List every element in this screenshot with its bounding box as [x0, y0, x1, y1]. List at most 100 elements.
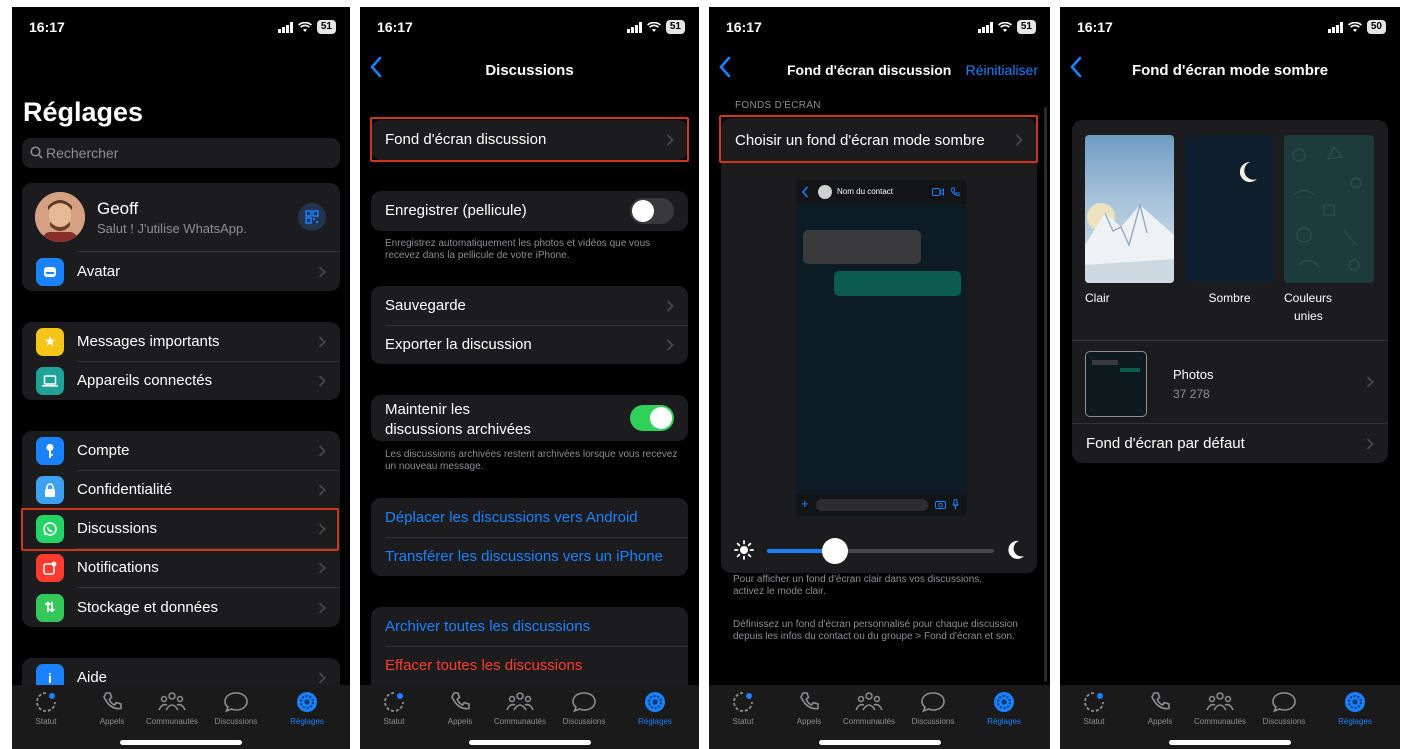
status-icons: 51	[277, 20, 336, 34]
chevron-right-icon	[1366, 437, 1374, 450]
transfer-iphone-link[interactable]: Transférer les discussions vers un iPhon…	[371, 537, 688, 576]
starred-label: Messages importants	[77, 333, 220, 350]
tab-phone[interactable]: Appels	[1130, 691, 1190, 726]
keep-archived-note: Les discussions archivées restent archiv…	[385, 449, 678, 472]
tab-status[interactable]: Statut	[713, 691, 773, 726]
photos-row[interactable]: Photos 37 278	[1072, 341, 1388, 423]
highlight-choose-dark-row	[719, 115, 1038, 163]
settings-row-notifications[interactable]: Notifications	[22, 548, 340, 587]
incoming-bubble	[803, 230, 921, 264]
tile-light-label: Clair	[1085, 291, 1110, 305]
move-android-link[interactable]: Déplacer les discussions vers Android	[371, 498, 688, 537]
profile-row[interactable]: Geoff Salut ! J'utilise WhatsApp.	[22, 183, 340, 251]
preview-header: Nom du contact	[796, 180, 967, 204]
storage-label: Stockage et données	[77, 599, 218, 616]
tab-communities[interactable]: Communautés	[1190, 691, 1250, 726]
settings-gear-icon	[1325, 691, 1385, 713]
settings-row-avatar[interactable]: Avatar	[22, 252, 340, 291]
archive-all-link[interactable]: Archiver toutes les discussions	[371, 607, 688, 646]
tab-chat-bubble[interactable]: Discussions	[1254, 691, 1314, 726]
tab-settings-gear[interactable]: Réglages	[625, 691, 685, 726]
settings-row-privacy[interactable]: Confidentialité	[22, 470, 340, 509]
wallpaper-tile-dark[interactable]	[1185, 135, 1274, 283]
wifi-icon	[297, 21, 312, 32]
moon-icon	[1240, 161, 1257, 182]
photos-label: Photos	[1173, 367, 1214, 382]
wallpaper-tile-light[interactable]	[1085, 135, 1174, 283]
tab-phone[interactable]: Appels	[82, 691, 142, 726]
chat-bubble-icon	[1254, 691, 1314, 713]
backup-row[interactable]: Sauvegarde	[371, 286, 688, 325]
default-wallpaper-row[interactable]: Fond d'écran par défaut	[1072, 424, 1388, 463]
tab-settings-gear[interactable]: Réglages	[974, 691, 1034, 726]
chevron-right-icon	[318, 671, 326, 684]
settings-gear-icon	[625, 691, 685, 713]
status-icons: 51	[626, 20, 685, 34]
tab-label: Communautés	[145, 717, 199, 726]
tab-chat-bubble[interactable]: Discussions	[206, 691, 266, 726]
search-input[interactable]: Rechercher	[22, 138, 340, 168]
brightness-slider-knob[interactable]	[822, 538, 849, 564]
qr-code-button[interactable]	[298, 203, 326, 231]
tab-chat-bubble[interactable]: Discussions	[554, 691, 614, 726]
status-icon	[1064, 691, 1124, 713]
camera-icon	[935, 501, 946, 509]
tab-status[interactable]: Statut	[16, 691, 76, 726]
save-camera-group: Enregistrer (pellicule)	[371, 191, 688, 231]
avatar-label: Avatar	[77, 263, 121, 280]
tab-label: Réglages	[638, 717, 672, 726]
phone-icon	[950, 187, 960, 197]
nav-title: Fond d'écran discussion	[787, 62, 952, 78]
settings-row-account[interactable]: Compte	[22, 431, 340, 470]
chevron-right-icon	[318, 374, 326, 387]
save-camera-note: Enregistrez automatiquement les photos e…	[385, 238, 651, 261]
tab-label: Discussions	[911, 717, 955, 726]
keep-archived-group: Maintenir les discussions archivées	[371, 395, 688, 441]
tab-label: Réglages	[290, 717, 324, 726]
brightness-slider[interactable]	[767, 538, 994, 564]
tab-communities[interactable]: Communautés	[490, 691, 550, 726]
tab-phone[interactable]: Appels	[779, 691, 839, 726]
tab-chat-bubble[interactable]: Discussions	[903, 691, 963, 726]
back-chevron-icon[interactable]	[718, 56, 732, 78]
wifi-icon	[997, 21, 1012, 32]
key-icon	[36, 436, 64, 465]
communities-icon	[839, 691, 899, 713]
lock-icon	[36, 475, 64, 504]
scrollbar[interactable]	[1044, 107, 1047, 682]
tab-bar: Statut Appels Communautés Discussions Réglag…	[12, 685, 350, 749]
keep-archived-line1: Maintenir les	[385, 401, 471, 418]
clear-all-link[interactable]: Effacer toutes les discussions	[371, 646, 688, 685]
status-icons: 50	[1327, 20, 1386, 34]
tab-phone[interactable]: Appels	[430, 691, 490, 726]
privacy-label: Confidentialité	[77, 481, 173, 498]
save-camera-toggle[interactable]	[630, 198, 674, 224]
wallpaper-options-group: Clair Sombre Couleurs unies Photos 37 27…	[1072, 120, 1388, 463]
status-icon	[16, 691, 76, 713]
export-label: Exporter la discussion	[385, 336, 532, 353]
tab-settings-gear[interactable]: Réglages	[1325, 691, 1385, 726]
tab-bar: Statut Appels Communautés Discussions Réglag…	[709, 685, 1050, 749]
home-indicator	[818, 740, 941, 745]
settings-row-linked-devices[interactable]: Appareils connectés	[22, 361, 340, 400]
tab-label: Appels	[796, 717, 822, 726]
tab-status[interactable]: Statut	[1064, 691, 1124, 726]
chat-bubble-icon	[206, 691, 266, 713]
account-label: Compte	[77, 442, 130, 459]
tab-status[interactable]: Statut	[364, 691, 424, 726]
settings-row-starred[interactable]: ★ Messages importants	[22, 322, 340, 361]
export-row[interactable]: Exporter la discussion	[371, 325, 688, 364]
keep-archived-toggle[interactable]	[630, 405, 674, 431]
wifi-icon	[646, 21, 661, 32]
notifications-label: Notifications	[77, 559, 159, 576]
wallpaper-tile-solid-colors[interactable]	[1284, 135, 1374, 283]
settings-row-storage[interactable]: ⇅ Stockage et données	[22, 588, 340, 627]
reset-button[interactable]: Réinitialiser	[966, 62, 1038, 78]
signal-icon	[1327, 21, 1343, 33]
tab-settings-gear[interactable]: Réglages	[277, 691, 337, 726]
move-android-label: Déplacer les discussions vers Android	[385, 509, 638, 526]
tab-communities[interactable]: Communautés	[839, 691, 899, 726]
tab-communities[interactable]: Communautés	[142, 691, 202, 726]
chevron-right-icon	[318, 265, 326, 278]
avatar-icon	[36, 257, 64, 286]
